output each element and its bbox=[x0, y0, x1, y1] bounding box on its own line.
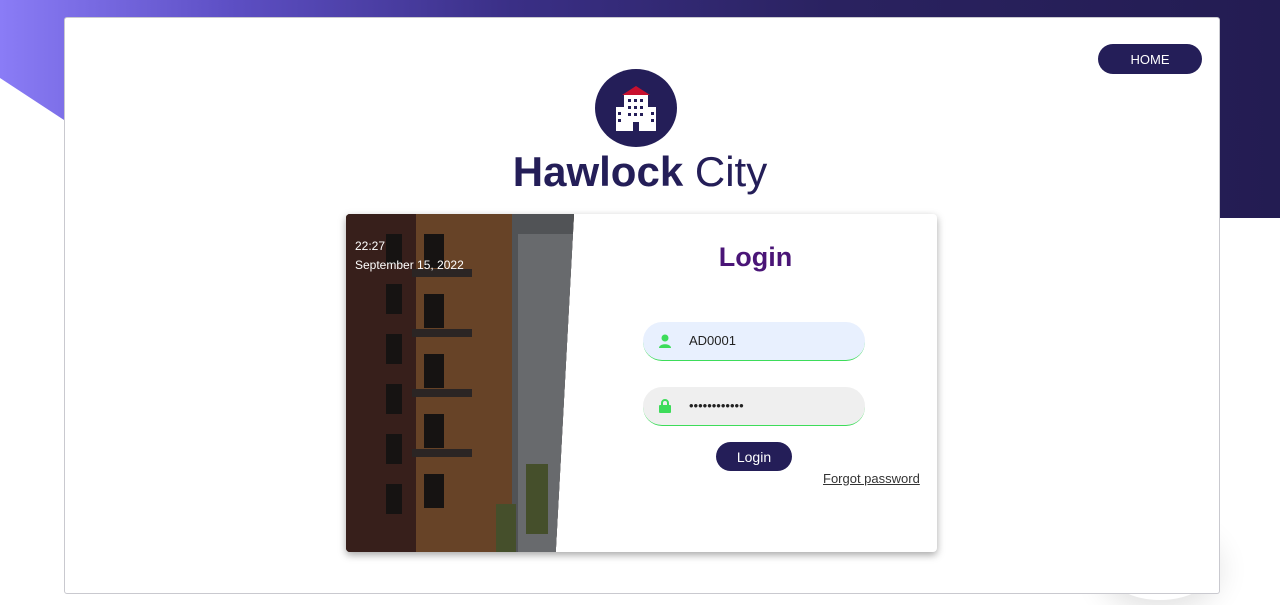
logo bbox=[595, 69, 677, 147]
clock-time: 22:27 bbox=[355, 239, 386, 253]
password-value: •••••••••••• bbox=[689, 398, 744, 413]
brand-title: Hawlock City bbox=[0, 146, 1280, 198]
forgot-password-link[interactable]: Forgot password bbox=[823, 471, 920, 486]
building-icon bbox=[616, 86, 656, 131]
login-button[interactable]: Login bbox=[716, 442, 792, 471]
password-field[interactable]: •••••••••••• bbox=[643, 387, 865, 426]
login-title: Login bbox=[718, 242, 793, 272]
login-card: 22:27 September 15, 2022 Login AD0001 ••… bbox=[346, 214, 937, 552]
lock-icon bbox=[659, 399, 671, 413]
brand-name-light: City bbox=[694, 148, 768, 195]
clock-date: September 15, 2022 bbox=[355, 258, 464, 272]
building-photo: 22:27 September 15, 2022 bbox=[346, 214, 574, 552]
brand-name-bold: Hawlock bbox=[512, 148, 684, 195]
user-icon bbox=[659, 334, 671, 348]
username-field[interactable]: AD0001 bbox=[643, 322, 865, 361]
home-button[interactable]: HOME bbox=[1098, 44, 1202, 74]
username-value: AD0001 bbox=[689, 333, 736, 348]
